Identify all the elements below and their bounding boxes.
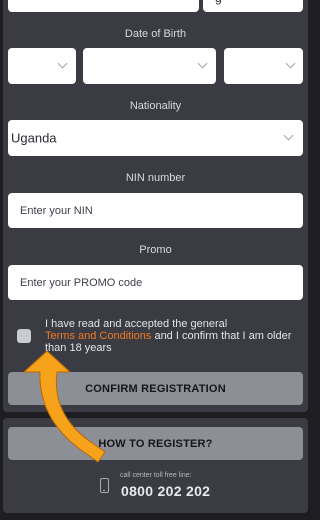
- previous-field-value: g: [215, 0, 222, 5]
- promo-input[interactable]: Enter your PROMO code: [8, 265, 303, 300]
- nin-placeholder: Enter your NIN: [20, 204, 93, 217]
- terms-line1: I have read and accepted the general: [45, 318, 228, 330]
- chevron-down-icon: [283, 130, 294, 141]
- nationality-select[interactable]: Uganda: [8, 120, 303, 156]
- nationality-value: Uganda: [11, 130, 57, 146]
- promo-placeholder: Enter your PROMO code: [20, 276, 143, 289]
- call-center-label: call center toll free line:: [120, 472, 192, 479]
- nin-input[interactable]: Enter your NIN: [8, 193, 303, 228]
- phone-icon: [100, 478, 109, 493]
- how-to-register-button[interactable]: HOW TO REGISTER?: [8, 427, 303, 460]
- chevron-down-icon: [197, 58, 208, 69]
- dob-year-select[interactable]: [224, 48, 303, 84]
- terms-text: I have read and accepted the general Ter…: [45, 318, 300, 354]
- call-center-number[interactable]: 0800 202 202: [121, 483, 210, 499]
- dob-month-select[interactable]: [83, 48, 216, 84]
- nationality-label: Nationality: [129, 100, 182, 112]
- chevron-down-icon: [57, 58, 68, 69]
- terms-checkbox[interactable]: [17, 329, 31, 343]
- dob-label: Date of Birth: [124, 28, 187, 40]
- terms-line3: than 18 years: [45, 342, 112, 354]
- previous-field[interactable]: [8, 0, 199, 12]
- promo-label: Promo: [139, 244, 172, 256]
- nin-label: NIN number: [125, 172, 186, 184]
- chevron-down-icon: [285, 58, 296, 69]
- previous-field-right[interactable]: g: [203, 0, 303, 12]
- terms-link[interactable]: Terms and Conditions: [45, 330, 151, 342]
- terms-line2: and I confirm that I am older: [151, 330, 292, 342]
- confirm-registration-button[interactable]: CONFIRM REGISTRATION: [8, 372, 303, 405]
- dob-day-select[interactable]: [8, 48, 76, 84]
